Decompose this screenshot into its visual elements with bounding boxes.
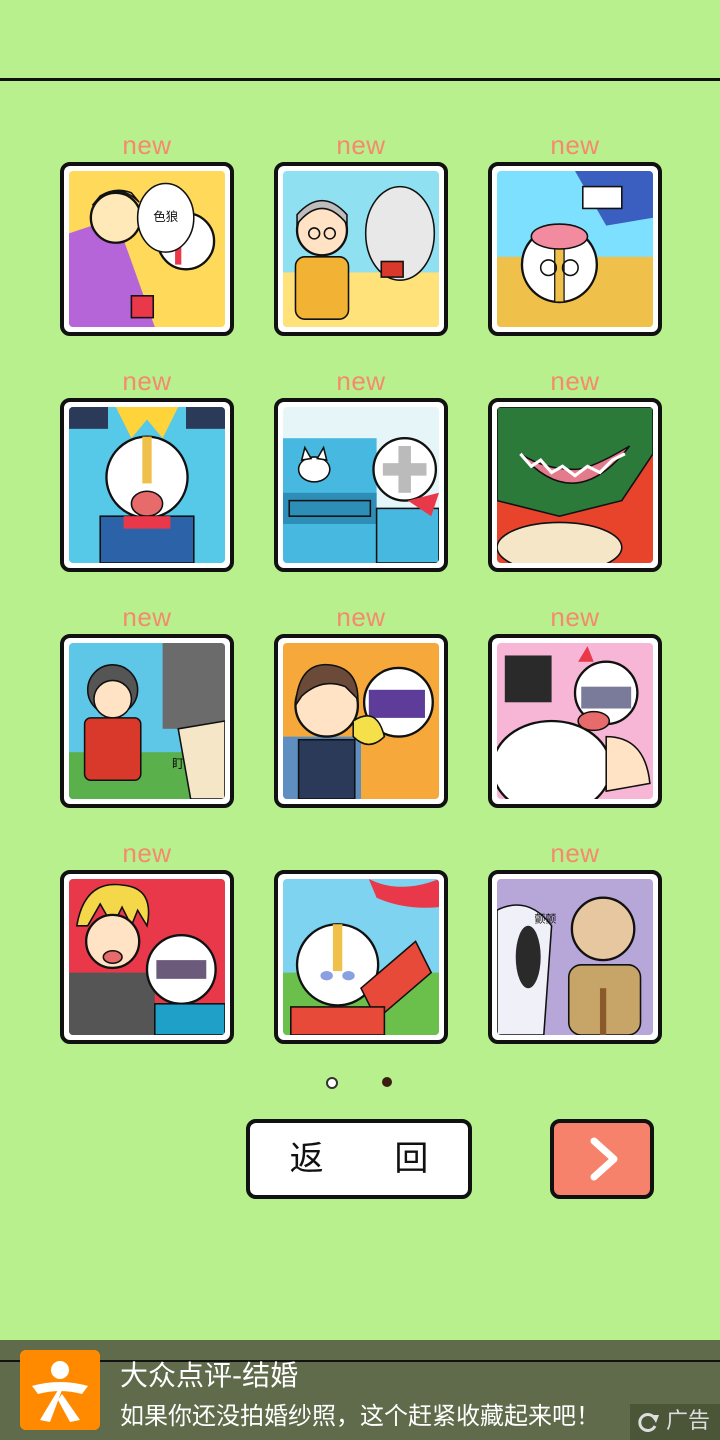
comic-thumbnail[interactable] — [488, 162, 662, 336]
comic-thumbnail[interactable] — [274, 870, 448, 1044]
comic-thumbnail[interactable] — [488, 634, 662, 808]
comic-art — [497, 407, 653, 563]
comic-item[interactable]: new 颤颤 — [488, 838, 662, 1044]
comic-art: 盯 — [69, 643, 225, 799]
new-badge: new — [336, 602, 386, 632]
chevron-right-icon — [590, 1137, 618, 1181]
comic-item[interactable]: new — [488, 366, 662, 572]
ad-title: 大众点评-结婚 — [120, 1359, 299, 1392]
comic-thumbnail[interactable] — [274, 634, 448, 808]
ad-divider — [0, 1360, 720, 1362]
back-button[interactable]: 返 回 — [246, 1119, 472, 1199]
page-indicator — [0, 1077, 720, 1091]
comic-thumbnail[interactable] — [488, 398, 662, 572]
comic-art — [283, 171, 439, 327]
ad-logo — [20, 1350, 100, 1430]
new-badge: new — [550, 602, 600, 632]
comic-thumbnail[interactable]: 色狼 — [60, 162, 234, 336]
comic-art: 颤颤 — [497, 879, 653, 1035]
comic-item[interactable]: new 色狼 — [60, 130, 234, 336]
comic-thumbnail[interactable]: 盯 — [60, 634, 234, 808]
comic-item[interactable]: new — [274, 130, 448, 336]
comic-art — [283, 879, 439, 1035]
comic-thumbnail[interactable] — [60, 398, 234, 572]
new-badge: new — [122, 366, 172, 396]
new-badge: new — [122, 838, 172, 868]
ad-description: 如果你还没拍婚纱照，这个赶紧收藏起来吧！ — [120, 1402, 600, 1430]
comic-art — [283, 407, 439, 563]
new-badge: new — [550, 130, 600, 160]
comic-item[interactable]: new — [60, 838, 234, 1044]
speech-text: 色狼 — [153, 209, 178, 224]
comic-thumbnail[interactable] — [274, 162, 448, 336]
new-badge: new — [550, 838, 600, 868]
person-logo-icon — [20, 1350, 100, 1430]
comic-caption: 颤颤 — [534, 912, 556, 926]
comic-item[interactable] — [274, 838, 448, 1044]
comic-art — [69, 407, 225, 563]
new-badge: new — [122, 602, 172, 632]
comic-item[interactable]: new — [488, 130, 662, 336]
comic-art — [497, 171, 653, 327]
new-badge: new — [336, 366, 386, 396]
comic-item[interactable]: new — [488, 602, 662, 808]
comic-item[interactable]: new — [60, 366, 234, 572]
comic-caption: 盯 — [172, 756, 184, 771]
new-badge: new — [550, 366, 600, 396]
comic-art — [69, 879, 225, 1035]
comic-thumbnail[interactable] — [274, 398, 448, 572]
new-badge: new — [336, 130, 386, 160]
ad-label[interactable]: 广告 — [630, 1404, 720, 1440]
page-dot-2-active[interactable] — [382, 1077, 392, 1087]
comic-art — [283, 643, 439, 799]
comic-item[interactable]: new — [274, 602, 448, 808]
comic-grid: new 色狼 new new new new new new 盯 new new… — [0, 0, 720, 1060]
comic-item[interactable]: new 盯 — [60, 602, 234, 808]
comic-art: 色狼 — [69, 171, 225, 327]
refresh-icon — [638, 1413, 659, 1432]
page-dot-1[interactable] — [326, 1077, 338, 1089]
comic-thumbnail[interactable] — [60, 870, 234, 1044]
ad-badge-text: 广告 — [666, 1409, 711, 1434]
comic-thumbnail[interactable]: 颤颤 — [488, 870, 662, 1044]
comic-item[interactable]: new — [274, 366, 448, 572]
ad-banner[interactable]: 大众点评-结婚 如果你还没拍婚纱照，这个赶紧收藏起来吧！ 广告 — [0, 1340, 720, 1440]
comic-art — [497, 643, 653, 799]
next-page-button[interactable] — [550, 1119, 654, 1199]
new-badge: new — [122, 130, 172, 160]
